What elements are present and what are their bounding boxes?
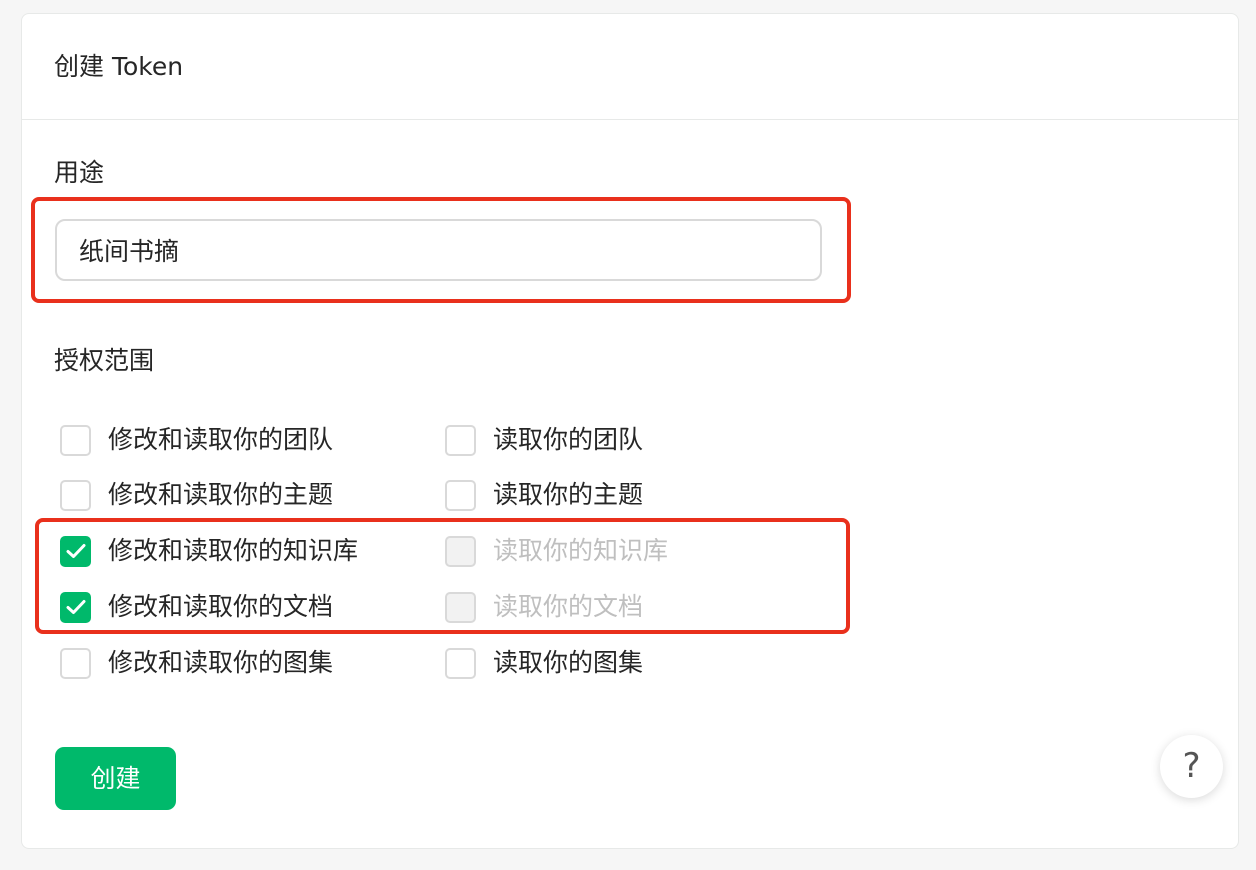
question-icon: ? xyxy=(1182,746,1201,786)
perm-label: 修改和读取你的图集 xyxy=(108,648,334,677)
perm-read-album[interactable]: 读取你的图集 xyxy=(445,646,643,680)
check-icon xyxy=(66,600,85,614)
create-token-card: 创建 Token 用途 授权范围 修改和读取你的团队 读取你的团队 修改和读取你… xyxy=(21,13,1239,849)
checkbox[interactable] xyxy=(445,647,476,679)
perm-write-topic[interactable]: 修改和读取你的主题 xyxy=(60,478,333,512)
perm-label: 修改和读取你的文档 xyxy=(108,592,334,621)
card-header: 创建 Token xyxy=(22,14,1238,120)
checkbox[interactable] xyxy=(60,647,91,679)
checkbox xyxy=(445,535,476,567)
checkbox xyxy=(445,591,476,623)
perm-label: 读取你的主题 xyxy=(493,480,644,509)
perm-label: 读取你的文档 xyxy=(493,592,644,621)
perm-write-team[interactable]: 修改和读取你的团队 xyxy=(60,423,333,457)
checkbox[interactable] xyxy=(445,479,476,511)
perm-write-album[interactable]: 修改和读取你的图集 xyxy=(60,646,333,680)
perm-write-doc[interactable]: 修改和读取你的文档 xyxy=(60,590,333,624)
check-icon xyxy=(66,544,85,558)
purpose-label: 用途 xyxy=(54,158,105,187)
perm-label: 修改和读取你的主题 xyxy=(108,480,334,509)
perm-write-book[interactable]: 修改和读取你的知识库 xyxy=(60,534,358,568)
page-title: 创建 Token xyxy=(54,52,184,81)
perm-read-doc: 读取你的文档 xyxy=(445,590,643,624)
checkbox[interactable] xyxy=(60,535,91,567)
perm-label: 修改和读取你的团队 xyxy=(108,425,334,454)
perm-label: 读取你的团队 xyxy=(493,425,644,454)
perm-read-topic[interactable]: 读取你的主题 xyxy=(445,478,643,512)
perm-label: 读取你的知识库 xyxy=(493,536,669,565)
create-button[interactable]: 创建 xyxy=(55,747,176,810)
scope-label: 授权范围 xyxy=(54,346,155,375)
perm-read-team[interactable]: 读取你的团队 xyxy=(445,423,643,457)
checkbox[interactable] xyxy=(60,424,91,456)
checkbox[interactable] xyxy=(60,591,91,623)
perm-label: 修改和读取你的知识库 xyxy=(108,536,359,565)
perm-read-book: 读取你的知识库 xyxy=(445,534,668,568)
help-button[interactable]: ? xyxy=(1160,735,1223,798)
purpose-input[interactable] xyxy=(55,219,822,281)
perm-label: 读取你的图集 xyxy=(493,648,644,677)
checkbox[interactable] xyxy=(445,424,476,456)
checkbox[interactable] xyxy=(60,479,91,511)
